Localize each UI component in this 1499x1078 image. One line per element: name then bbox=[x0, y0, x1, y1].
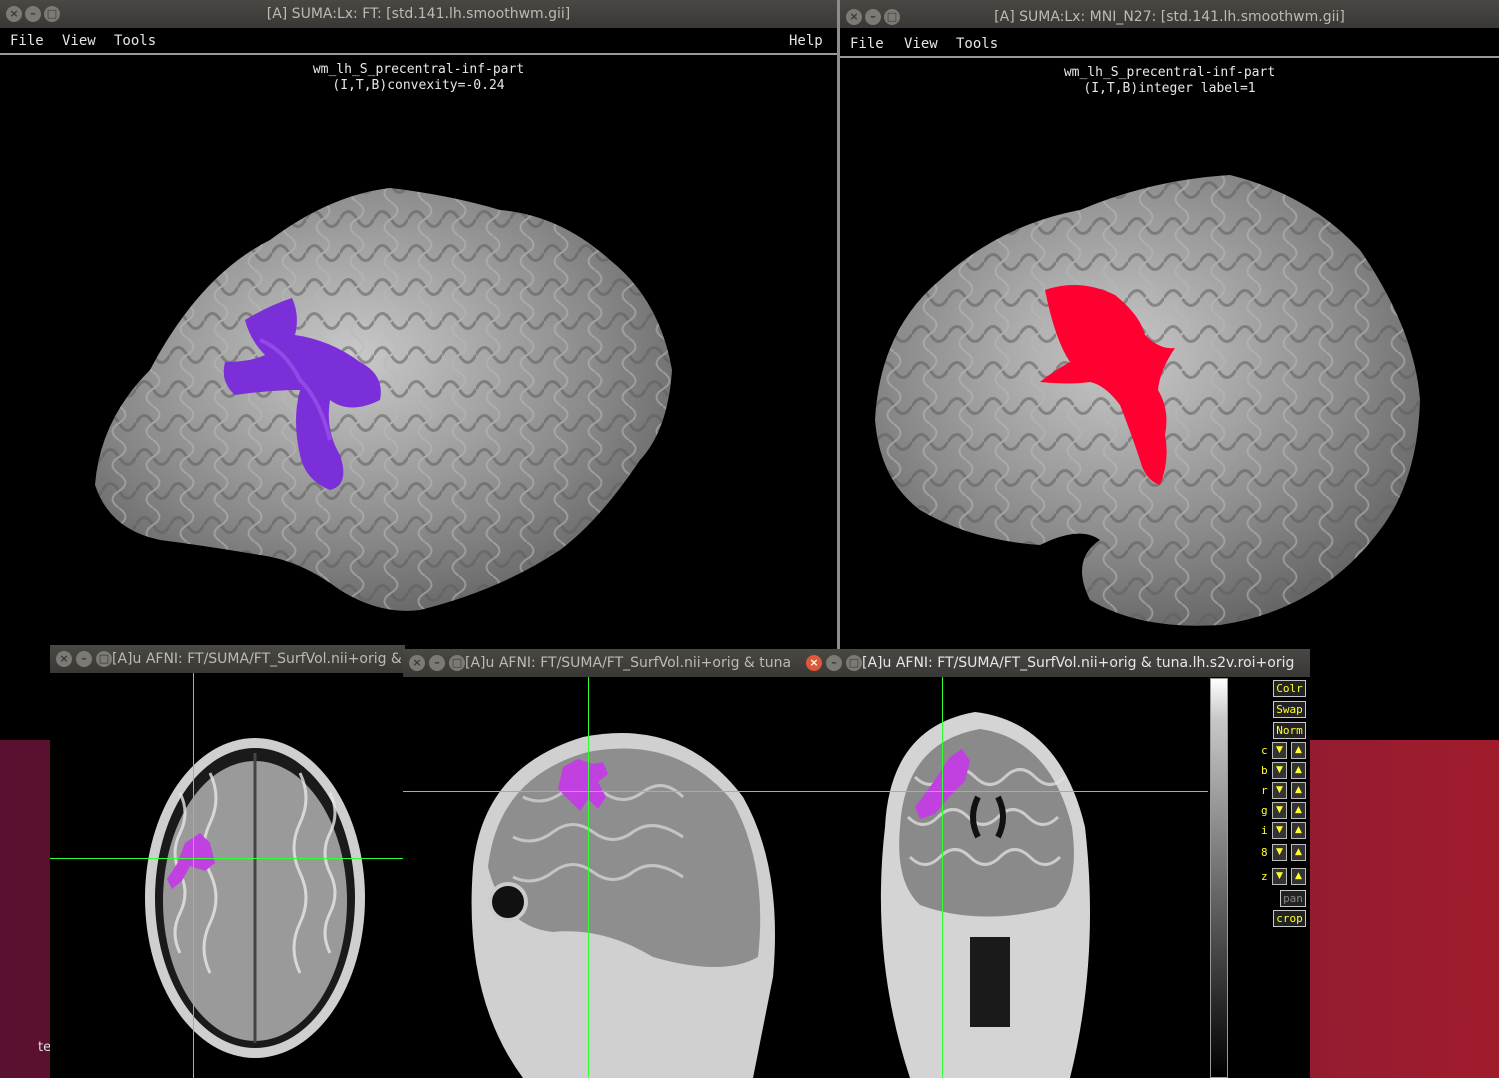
suma-right-menubar: File View Tools bbox=[840, 31, 1499, 58]
row-label-i: i bbox=[1261, 824, 1268, 837]
menu-help[interactable]: Help bbox=[789, 33, 823, 49]
suma-right-window: × – □ [A] SUMA:Lx: MNI_N27: [std.141.lh.… bbox=[840, 0, 1499, 740]
down-arrow-icon[interactable]: ▼ bbox=[1272, 868, 1287, 885]
crosshair-horizontal bbox=[800, 791, 1208, 792]
crop-button[interactable]: crop bbox=[1273, 910, 1306, 927]
row-label-b: b bbox=[1261, 764, 1268, 777]
down-arrow-icon[interactable]: ▼ bbox=[1272, 802, 1287, 819]
surface-caption-line2: (I,T,B)convexity=-0.24 bbox=[332, 78, 505, 93]
window-title: [A] SUMA:Lx: FT: [std.141.lh.smoothwm.gi… bbox=[266, 6, 571, 22]
crosshair-vertical bbox=[942, 677, 943, 1078]
suma-left-window: × – □ [A] SUMA:Lx: FT: [std.141.lh.smoot… bbox=[0, 0, 837, 740]
window-title: [A]u AFNI: FT/SUMA/FT_SurfVol.nii+orig & bbox=[112, 651, 402, 667]
surface-caption-line1: wm_lh_S_precentral-inf-part bbox=[1063, 65, 1276, 80]
menu-view[interactable]: View bbox=[62, 33, 96, 49]
up-arrow-icon[interactable]: ▲ bbox=[1291, 844, 1306, 861]
up-arrow-icon[interactable]: ▲ bbox=[1291, 762, 1306, 779]
row-label-r: r bbox=[1261, 784, 1268, 797]
down-arrow-icon[interactable]: ▼ bbox=[1272, 822, 1287, 839]
coronal-image[interactable] bbox=[800, 677, 1208, 1078]
up-arrow-icon[interactable]: ▲ bbox=[1291, 742, 1306, 759]
menu-file[interactable]: File bbox=[850, 36, 884, 52]
pan-button[interactable]: pan bbox=[1280, 890, 1306, 907]
close-icon[interactable]: × bbox=[409, 655, 425, 671]
afni-sagittal-titlebar[interactable]: × – □ [A]u AFNI: FT/SUMA/FT_SurfVol.nii+… bbox=[403, 649, 803, 677]
menu-tools[interactable]: Tools bbox=[114, 33, 156, 49]
row-label-g: g bbox=[1261, 804, 1268, 817]
row-label-c: c bbox=[1261, 744, 1268, 757]
row-label-z: z bbox=[1261, 870, 1268, 883]
afni-coronal-titlebar[interactable]: × – □ [A]u AFNI: FT/SUMA/FT_SurfVol.nii+… bbox=[800, 649, 1310, 677]
menu-tools[interactable]: Tools bbox=[956, 36, 998, 52]
surface-caption-line2: (I,T,B)integer label=1 bbox=[1083, 81, 1256, 96]
crosshair-vertical bbox=[588, 677, 589, 1078]
up-arrow-icon[interactable]: ▲ bbox=[1291, 822, 1306, 839]
minimize-icon[interactable]: – bbox=[76, 651, 92, 667]
sagittal-image[interactable] bbox=[403, 677, 803, 1078]
brain-surface-right[interactable] bbox=[840, 100, 1499, 640]
close-icon[interactable]: × bbox=[806, 655, 822, 671]
axial-image[interactable] bbox=[50, 673, 405, 1078]
intensity-colorbar[interactable] bbox=[1210, 678, 1228, 1078]
down-arrow-icon[interactable]: ▼ bbox=[1272, 762, 1287, 779]
afni-sagittal-window: × – □ [A]u AFNI: FT/SUMA/FT_SurfVol.nii+… bbox=[403, 649, 803, 1078]
down-arrow-icon[interactable]: ▼ bbox=[1272, 742, 1287, 759]
menu-view[interactable]: View bbox=[904, 36, 938, 52]
swap-button[interactable]: Swap bbox=[1273, 701, 1306, 718]
maximize-icon[interactable]: □ bbox=[846, 655, 862, 671]
up-arrow-icon[interactable]: ▲ bbox=[1291, 868, 1306, 885]
maximize-icon[interactable]: □ bbox=[96, 651, 112, 667]
surface-caption-line1: wm_lh_S_precentral-inf-part bbox=[312, 62, 525, 77]
up-arrow-icon[interactable]: ▲ bbox=[1291, 802, 1306, 819]
crosshair-vertical bbox=[193, 673, 194, 1078]
window-title: [A] SUMA:Lx: MNI_N27: [std.141.lh.smooth… bbox=[994, 9, 1345, 25]
suma-left-titlebar[interactable]: × – □ [A] SUMA:Lx: FT: [std.141.lh.smoot… bbox=[0, 0, 837, 28]
crosshair-horizontal bbox=[403, 791, 803, 792]
up-arrow-icon[interactable]: ▲ bbox=[1291, 782, 1306, 799]
window-title: [A]u AFNI: FT/SUMA/FT_SurfVol.nii+orig &… bbox=[465, 655, 792, 671]
suma-right-titlebar[interactable]: × – □ [A] SUMA:Lx: MNI_N27: [std.141.lh.… bbox=[840, 0, 1499, 28]
maximize-icon[interactable]: □ bbox=[449, 655, 465, 671]
down-arrow-icon[interactable]: ▼ bbox=[1272, 782, 1287, 799]
suma-left-menubar: File View Tools Help bbox=[0, 28, 837, 55]
row-label-8: 8 bbox=[1261, 846, 1268, 859]
minimize-icon[interactable]: – bbox=[826, 655, 842, 671]
afni-control-panel: Colr Swap Norm c ▼ ▲ b ▼ ▲ r ▼ ▲ g ▼ ▲ i… bbox=[1230, 678, 1309, 1078]
norm-button[interactable]: Norm bbox=[1273, 722, 1306, 739]
afni-axial-titlebar[interactable]: × – □ [A]u AFNI: FT/SUMA/FT_SurfVol.nii+… bbox=[50, 645, 405, 673]
brain-surface-left[interactable] bbox=[0, 100, 837, 640]
window-title: [A]u AFNI: FT/SUMA/FT_SurfVol.nii+orig &… bbox=[862, 655, 1295, 671]
minimize-icon[interactable]: – bbox=[429, 655, 445, 671]
close-icon[interactable]: × bbox=[56, 651, 72, 667]
menu-file[interactable]: File bbox=[10, 33, 44, 49]
down-arrow-icon[interactable]: ▼ bbox=[1272, 844, 1287, 861]
crosshair-horizontal bbox=[50, 858, 405, 859]
colr-button[interactable]: Colr bbox=[1273, 680, 1306, 697]
afni-axial-window: × – □ [A]u AFNI: FT/SUMA/FT_SurfVol.nii+… bbox=[50, 645, 405, 1078]
